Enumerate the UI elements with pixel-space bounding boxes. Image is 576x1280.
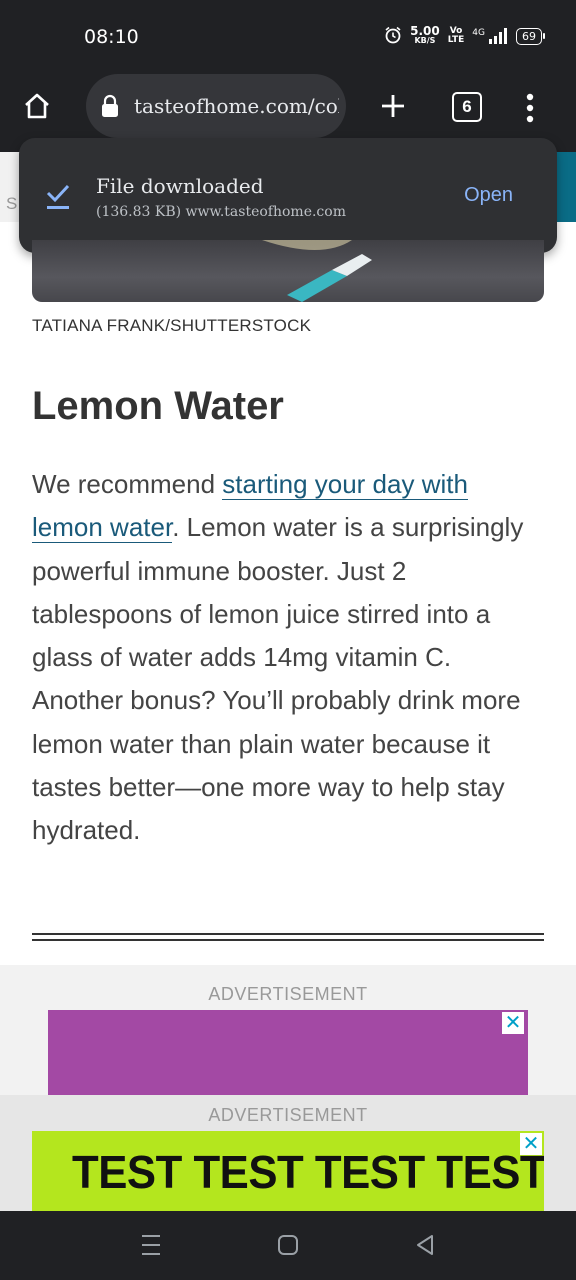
system-nav-bar — [0, 1211, 576, 1280]
toast-details: (136.83 KB) www.tasteofhome.com — [96, 204, 346, 220]
recents-icon[interactable] — [140, 1233, 162, 1262]
net-speed: 5.00 KB/S — [410, 24, 440, 45]
ad-banner[interactable]: TEST TEST TEST TEST — [32, 1131, 544, 1211]
nav-home-icon[interactable] — [277, 1233, 299, 1262]
more-vert-icon[interactable] — [525, 93, 535, 128]
article-heading: Lemon Water — [32, 384, 284, 428]
photo-credit: TATIANA FRANK/SHUTTERSTOCK — [32, 316, 312, 335]
site-header-letter: S — [6, 194, 18, 213]
signal-icon: 4G — [472, 28, 508, 44]
status-bar: 08:10 5.00 KB/S Vo LTE 4G 69 — [0, 0, 576, 72]
volte-indicator: Vo LTE — [447, 26, 465, 45]
status-icons: 5.00 KB/S Vo LTE 4G 69 — [384, 22, 545, 50]
toast-open-button[interactable]: Open — [464, 184, 513, 207]
status-time: 08:10 — [84, 26, 139, 48]
article-body: We recommend starting your day with lemo… — [32, 469, 524, 846]
alarm-icon — [384, 26, 402, 47]
back-icon[interactable] — [414, 1233, 436, 1262]
toast-title: File downloaded — [96, 174, 264, 198]
section-divider — [32, 939, 544, 941]
ad-label: ADVERTISEMENT — [208, 984, 368, 1004]
url-text[interactable]: tasteofhome.com/col — [134, 94, 339, 118]
battery-indicator: 69 — [516, 27, 545, 45]
ad-banner-text[interactable]: TEST TEST TEST TEST — [72, 1145, 544, 1199]
url-bar[interactable]: tasteofhome.com/col — [86, 74, 346, 138]
tab-switcher-button[interactable]: 6 — [452, 92, 482, 122]
section-divider — [32, 933, 544, 935]
lock-icon[interactable] — [100, 94, 120, 123]
close-icon[interactable]: ✕ — [520, 1133, 542, 1155]
tab-count[interactable]: 6 — [462, 97, 471, 116]
ad-banner[interactable] — [48, 1010, 528, 1095]
download-toast: File downloaded (136.83 KB) www.tasteofh… — [19, 138, 557, 253]
article-photo — [32, 240, 544, 302]
new-tab-button[interactable] — [378, 91, 408, 126]
home-icon[interactable] — [22, 91, 52, 126]
close-icon[interactable]: ✕ — [502, 1012, 524, 1034]
download-done-icon — [45, 182, 71, 215]
ad-label: ADVERTISEMENT — [208, 1105, 368, 1125]
plus-icon[interactable] — [378, 91, 408, 121]
